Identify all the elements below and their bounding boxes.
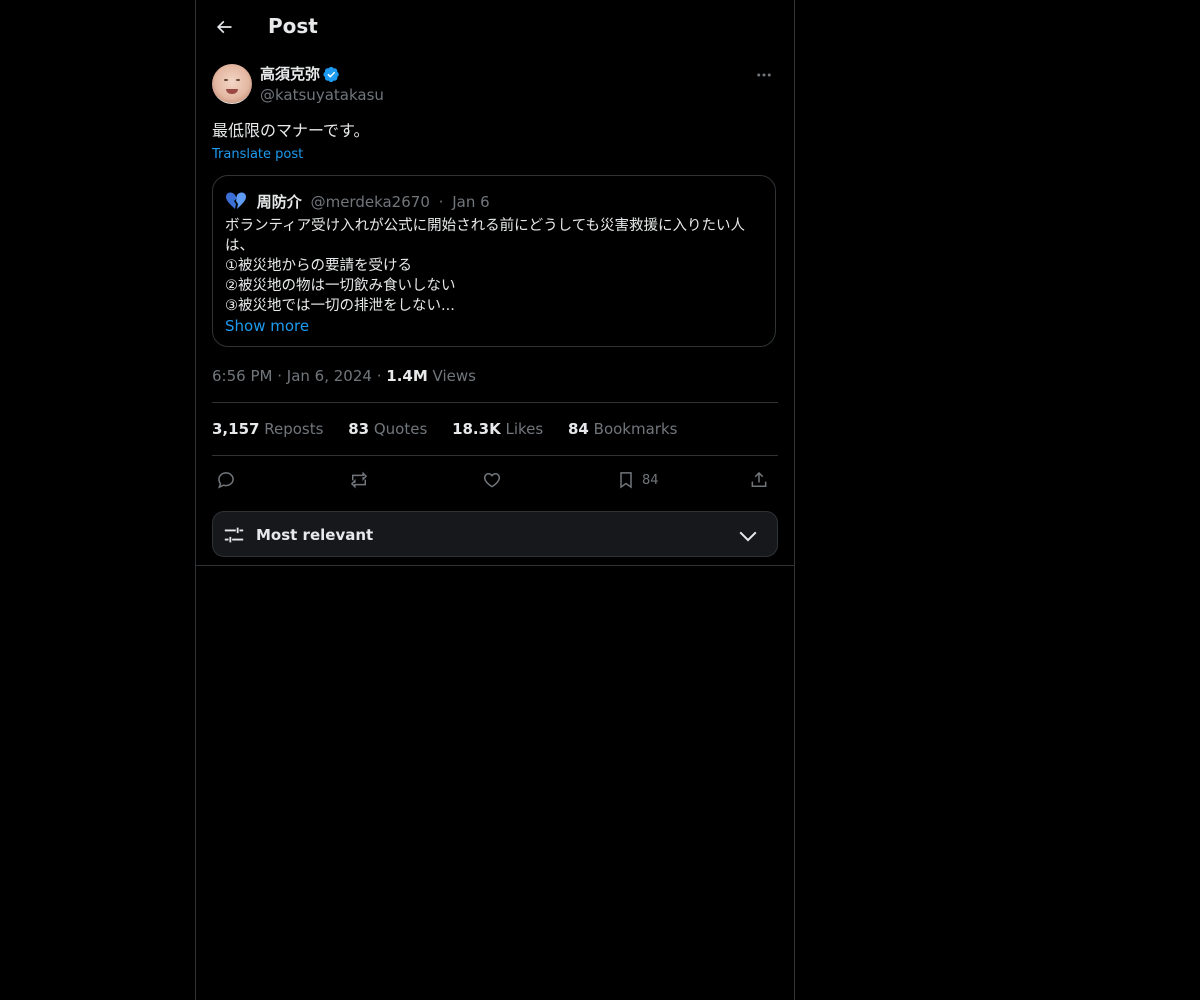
translate-post-link[interactable]: Translate post	[212, 146, 303, 164]
repost-button[interactable]	[349, 464, 369, 496]
page-title: Post	[268, 14, 318, 38]
sliders-icon	[224, 527, 244, 543]
author-name[interactable]: 高須克弥	[260, 64, 320, 84]
quote-text: ボランティア受け入れが公式に開始される前にどうしても災害救援に入りたい人 は、 …	[225, 216, 765, 336]
bookmark-button[interactable]: 84	[616, 464, 659, 496]
post-time[interactable]: 6:56 PM	[212, 367, 272, 385]
quote-date: Jan 6	[452, 193, 490, 211]
share-icon	[751, 471, 767, 487]
reply-sort-dropdown[interactable]: Most relevant	[212, 511, 778, 557]
bookmark-icon	[620, 472, 632, 489]
reposts-stat[interactable]: 3,157 Reposts	[212, 420, 323, 438]
show-more-link[interactable]: Show more	[225, 316, 765, 336]
quote-author-handle: @merdeka2670	[310, 193, 430, 211]
arrow-left-icon	[216, 20, 232, 34]
quote-line: ①被災地からの要請を受ける	[225, 258, 412, 274]
reply-button[interactable]	[216, 464, 236, 496]
like-button[interactable]	[482, 464, 502, 496]
post-meta: 6:56 PM · Jan 6, 2024 · 1.4M Views	[212, 366, 476, 386]
author-handle[interactable]: @katsuyatakasu	[260, 85, 384, 105]
back-button[interactable]	[206, 9, 242, 45]
quote-line: ボランティア受け入れが公式に開始される前にどうしても災害救援に入りたい人	[225, 218, 745, 234]
quote-author-name: 周防介	[256, 193, 302, 211]
post-stats: 3,157 Reposts 83 Quotes 18.3K Likes 84 B…	[212, 419, 697, 439]
more-horizontal-icon	[757, 73, 771, 77]
views-label: Views	[432, 367, 476, 385]
avatar[interactable]	[212, 64, 252, 104]
quoted-post[interactable]: 周防介 @merdeka2670 · Jan 6 ボランティア受け入れが公式に開…	[212, 175, 776, 347]
page-header: Post	[196, 0, 794, 54]
views-count: 1.4M	[386, 367, 428, 385]
bookmarks-stat[interactable]: 84 Bookmarks	[568, 420, 677, 438]
reply-icon	[218, 472, 234, 489]
divider	[212, 455, 778, 456]
share-button[interactable]	[749, 464, 769, 496]
divider	[196, 565, 794, 566]
quote-line: は、	[225, 238, 254, 254]
divider	[212, 402, 778, 403]
likes-stat[interactable]: 18.3K Likes	[452, 420, 543, 438]
quote-line: ③被災地では一切の排泄をしない...	[225, 298, 455, 314]
quotes-stat[interactable]: 83 Quotes	[348, 420, 427, 438]
bookmark-count: 84	[642, 472, 659, 488]
post-author: 高須克弥 @katsuyatakasu	[212, 64, 778, 108]
separator-dot: ·	[277, 367, 287, 385]
action-bar: 84	[212, 464, 778, 496]
separator-dot: ·	[376, 367, 387, 385]
quote-line: ②被災地の物は一切飲み食いしない	[225, 278, 456, 294]
post-date[interactable]: Jan 6, 2024	[287, 367, 372, 385]
separator-dot: ·	[438, 193, 444, 211]
verified-badge-icon	[323, 66, 339, 83]
post-text: 最低限のマナーです。	[212, 121, 370, 140]
more-options-button[interactable]	[750, 64, 778, 86]
broken-heart-avatar-icon	[226, 192, 246, 209]
sort-label: Most relevant	[256, 526, 374, 544]
quote-header: 周防介 @merdeka2670 · Jan 6	[225, 191, 490, 211]
repost-icon	[350, 471, 368, 489]
like-icon	[483, 472, 501, 488]
chevron-down-icon	[739, 531, 757, 542]
main-column: Post 高須克弥 @katsuyatakasu 最低限のマナーです。 Tran…	[195, 0, 795, 1000]
